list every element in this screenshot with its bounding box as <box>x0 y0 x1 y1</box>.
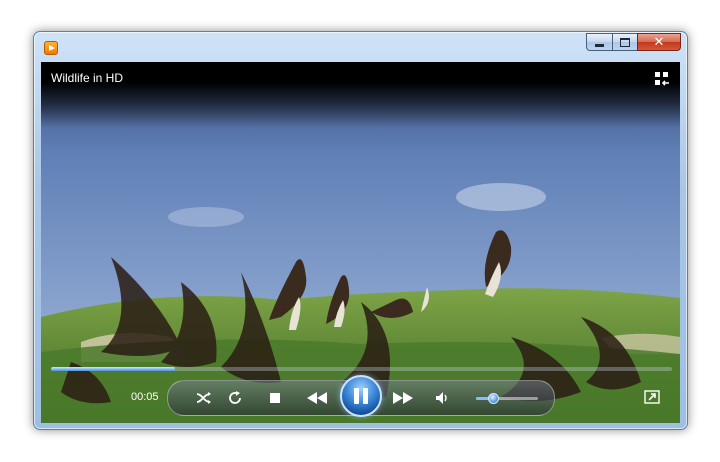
pause-icon <box>352 388 370 404</box>
transport-controls <box>167 375 555 417</box>
volume-knob[interactable] <box>487 393 499 404</box>
stop-icon <box>270 393 280 403</box>
player-window: ✕ Wildlife in HD 00:05 <box>33 31 688 430</box>
video-area[interactable]: Wildlife in HD 00:05 <box>41 62 680 423</box>
previous-button[interactable] <box>306 390 328 406</box>
minimize-button[interactable] <box>586 33 612 51</box>
caption-buttons: ✕ <box>586 33 681 51</box>
title-overlay <box>41 62 680 128</box>
next-button[interactable] <box>392 390 414 406</box>
shuffle-button[interactable] <box>195 390 213 406</box>
mute-button[interactable] <box>434 390 452 406</box>
repeat-button[interactable] <box>226 390 244 406</box>
close-icon: ✕ <box>653 34 665 49</box>
repeat-icon <box>229 391 241 404</box>
minimize-icon <box>595 43 604 47</box>
shuffle-icon <box>196 392 211 404</box>
next-icon <box>393 392 413 404</box>
previous-icon <box>307 392 327 404</box>
volume-slider[interactable] <box>476 393 538 404</box>
speaker-icon <box>436 392 447 404</box>
maximize-icon <box>620 37 630 47</box>
elapsed-time: 00:05 <box>131 391 159 403</box>
stop-button[interactable] <box>266 390 284 406</box>
fullscreen-icon[interactable] <box>644 390 660 404</box>
video-title: Wildlife in HD <box>51 71 124 85</box>
seek-bar-progress <box>51 367 176 371</box>
maximize-button[interactable] <box>612 33 637 51</box>
pause-button[interactable] <box>340 375 382 417</box>
media-player-icon[interactable] <box>44 41 58 55</box>
close-button[interactable]: ✕ <box>637 33 681 51</box>
switch-to-library-icon[interactable] <box>654 71 670 87</box>
seek-bar[interactable] <box>51 367 672 371</box>
